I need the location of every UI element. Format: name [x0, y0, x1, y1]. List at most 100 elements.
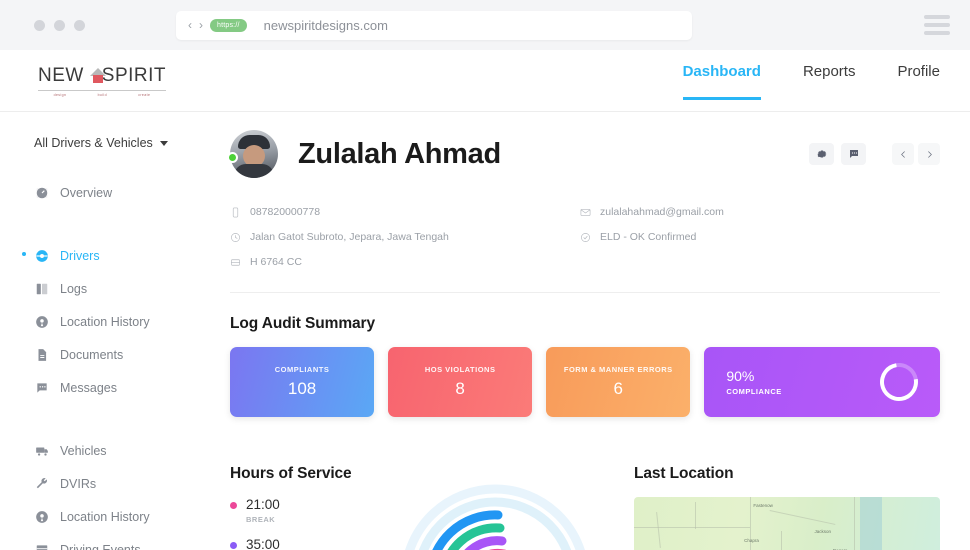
meta-value: ELD - OK Confirmed — [600, 231, 697, 243]
compliance-label: COMPLIANCE — [726, 387, 782, 396]
card-value: 108 — [287, 379, 317, 398]
profile-header: Zulalah Ahmad — [227, 130, 940, 178]
meta-value: Jalan Gatot Subroto, Jepara, Jawa Tengah — [250, 231, 449, 243]
card-form-manner-errors[interactable]: FORM & MANNER ERRORS 6 — [546, 347, 691, 417]
window-controls[interactable] — [34, 19, 85, 31]
document-icon — [34, 347, 49, 362]
map-label: Jackson — [814, 528, 832, 534]
compliance-percent: 90% — [726, 368, 755, 384]
url-text[interactable]: newspiritdesigns.com — [264, 18, 388, 33]
app-header: NEW SPIRIT design build create Dashboard… — [0, 50, 970, 112]
window-maximize-dot[interactable] — [74, 19, 85, 31]
sidebar-label: DVIRs — [60, 476, 97, 491]
sidebar-label: Location History — [60, 509, 150, 524]
window-close-dot[interactable] — [34, 19, 45, 31]
meta-value: zulalahahmad@gmail.com — [600, 206, 724, 218]
hos-ring-chart — [405, 484, 585, 550]
tab-reports[interactable]: Reports — [803, 63, 856, 99]
prev-profile-button[interactable] — [892, 143, 914, 165]
card-label: FORM & MANNER ERRORS — [563, 365, 673, 374]
hamburger-menu-icon[interactable] — [924, 15, 950, 35]
legend-dot-drive — [230, 541, 237, 549]
phone-icon — [232, 207, 239, 217]
section-divider — [230, 292, 940, 293]
book-icon — [34, 281, 49, 296]
map-view[interactable]: Fastenow Jackson Chapra Rogers — [634, 497, 940, 550]
map-label: Chapra — [744, 537, 759, 543]
sidebar-item-documents[interactable]: Documents — [34, 342, 218, 367]
logo-wordmark: NEW SPIRIT — [38, 65, 166, 87]
address-bar[interactable]: ‹ › https:// newspiritdesigns.com — [176, 10, 692, 40]
meta-value: 087820000778 — [250, 206, 321, 218]
gauge-icon — [34, 185, 49, 200]
hours-of-service-panel: Hours of Service 21:00 BREAK 35:00 — [230, 443, 600, 550]
sidebar-item-logs[interactable]: Logs — [34, 276, 218, 301]
sidebar-item-drivers[interactable]: Drivers — [22, 243, 218, 268]
sidebar-item-location-history-1[interactable]: Location History — [34, 309, 218, 334]
sidebar-item-overview[interactable]: Overview — [34, 180, 218, 205]
wrench-icon — [34, 476, 49, 491]
sidebar-group-drivers: Drivers Logs Location History Documents — [22, 243, 218, 400]
logo-word-spirit: SPIRIT — [101, 64, 166, 86]
sidebar-item-vehicles[interactable]: Vehicles — [34, 438, 218, 463]
sidebar-label: Documents — [60, 347, 124, 362]
last-location-title: Last Location — [634, 465, 734, 482]
meta-address: Jalan Gatot Subroto, Jepara, Jawa Tengah — [230, 231, 580, 243]
https-badge: https:// — [210, 18, 247, 32]
card-compliance[interactable]: 90% COMPLIANCE — [704, 347, 940, 417]
sidebar-item-driving-events[interactable]: Driving Events — [34, 537, 218, 550]
map-label: Fastenow — [753, 502, 773, 508]
sidebar-label: Driving Events — [60, 542, 141, 550]
card-compliants[interactable]: COMPLIANTS 108 — [230, 347, 375, 417]
sidebar-label: Logs — [60, 281, 88, 296]
legend-text-break: 21:00 BREAK — [246, 497, 280, 524]
card-value: 6 — [613, 379, 623, 398]
sidebar-label: Messages — [60, 380, 117, 395]
logo-tagline: design build create — [38, 89, 166, 97]
meta-phone: 087820000778 — [230, 206, 580, 218]
driver-vehicle-filter[interactable]: All Drivers & Vehicles — [34, 136, 218, 150]
sidebar-group-vehicles: Vehicles DVIRs Location History Driving … — [34, 438, 218, 550]
meta-vehicle-plate: H 6764 CC — [230, 256, 580, 268]
tab-dashboard[interactable]: Dashboard — [682, 63, 762, 100]
profile-pager — [892, 143, 940, 165]
logo-tag-2: build — [97, 92, 107, 97]
sidebar-item-messages[interactable]: Messages — [34, 375, 218, 400]
brand-logo[interactable]: NEW SPIRIT design build create — [38, 65, 166, 97]
check-circle-icon — [581, 232, 590, 242]
tab-profile[interactable]: Profile — [897, 63, 940, 99]
logo-word-new: NEW — [38, 64, 84, 86]
chevron-right-icon[interactable]: › — [199, 18, 203, 32]
compliance-ring-chart — [872, 355, 926, 409]
card-label: HOS VIOLATIONS — [424, 365, 496, 374]
chat-bubble-icon[interactable] — [841, 143, 866, 165]
gear-icon[interactable] — [809, 143, 834, 165]
meta-eld-status: ELD - OK Confirmed — [580, 231, 940, 243]
browser-nav-buttons[interactable]: ‹ › — [188, 18, 203, 32]
hamburger-line — [924, 23, 950, 27]
sidebar-item-location-history-2[interactable]: Location History — [34, 504, 218, 529]
status-badge — [227, 152, 238, 163]
window-minimize-dot[interactable] — [54, 19, 65, 31]
card-label: COMPLIANTS — [274, 365, 330, 374]
next-profile-button[interactable] — [918, 143, 940, 165]
sidebar-label: Vehicles — [60, 443, 107, 458]
card-hos-violations[interactable]: HOS VIOLATIONS 8 — [388, 347, 533, 417]
mail-icon — [580, 208, 591, 216]
sidebar-group-general: Overview — [34, 180, 218, 205]
map-pin-icon — [34, 509, 49, 524]
top-navigation: Dashboard Reports Profile — [682, 63, 940, 100]
compliance-text: 90% COMPLIANCE — [726, 368, 781, 396]
bottom-panels: Hours of Service 21:00 BREAK 35:00 Last … — [230, 443, 940, 550]
map-pin-icon — [34, 314, 49, 329]
legend-dot-break — [230, 502, 237, 509]
action-buttons — [809, 143, 866, 165]
hamburger-line — [924, 15, 950, 19]
meta-email: zulalahahmad@gmail.com — [580, 206, 940, 218]
sidebar-item-dvirs[interactable]: DVIRs — [34, 471, 218, 496]
avatar[interactable] — [227, 130, 278, 178]
chevron-left-icon[interactable]: ‹ — [188, 18, 192, 32]
log-audit-title: Log Audit Summary — [230, 315, 375, 332]
legend-text-drive: 35:00 — [246, 537, 280, 550]
